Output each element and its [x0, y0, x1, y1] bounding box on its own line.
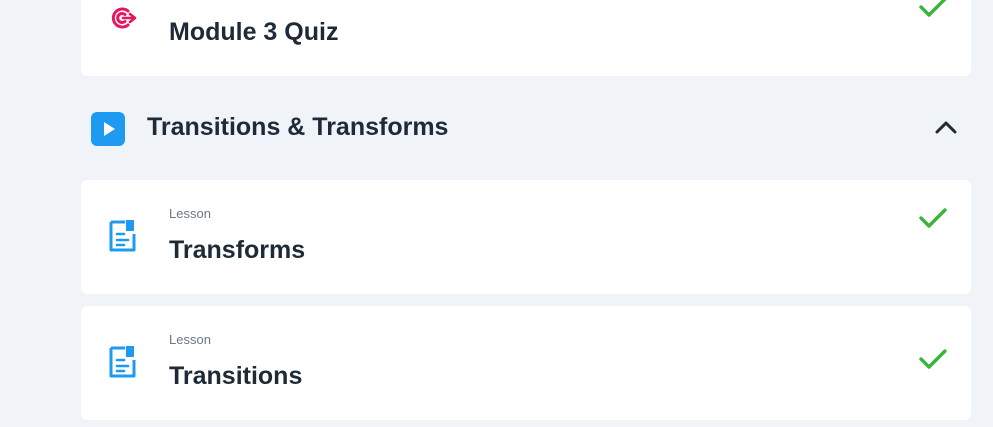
course-item-module-3-quiz[interactable]: Module 3 Quiz	[81, 0, 971, 76]
item-kind-label: Lesson	[169, 206, 211, 221]
item-title: Transforms	[169, 236, 306, 264]
lesson-doc-icon	[108, 220, 138, 252]
course-outline: Module 3 Quiz Transitions & Transforms L…	[0, 0, 993, 427]
section-title: Transitions & Transforms	[147, 113, 449, 141]
completed-check-icon	[917, 0, 949, 20]
course-item-transitions[interactable]: Lesson Transitions	[81, 306, 971, 420]
completed-check-icon	[917, 205, 949, 231]
item-kind-label: Lesson	[169, 332, 211, 347]
chevron-up-icon[interactable]	[931, 113, 961, 143]
course-item-transforms[interactable]: Lesson Transforms	[81, 180, 971, 294]
item-title: Module 3 Quiz	[169, 18, 339, 46]
section-header-transitions-transforms[interactable]: Transitions & Transforms	[81, 104, 971, 152]
lesson-doc-icon	[108, 346, 138, 378]
completed-check-icon	[917, 346, 949, 372]
play-icon	[91, 112, 125, 146]
item-title: Transitions	[169, 362, 303, 390]
target-quiz-icon	[108, 2, 138, 34]
